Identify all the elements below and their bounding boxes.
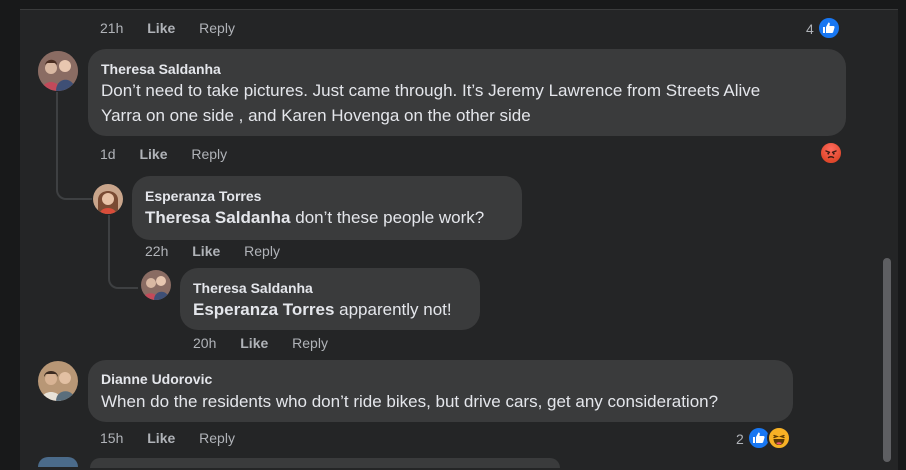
avatar[interactable]: [93, 184, 123, 214]
comment-text: Yarra on one side , and Karen Hovenga on…: [101, 106, 531, 125]
reply-button[interactable]: Reply: [292, 335, 328, 351]
haha-icon[interactable]: [767, 426, 791, 450]
avatar[interactable]: [38, 361, 78, 401]
comment-body: apparently not!: [334, 300, 452, 319]
comment-meta-row: 22h Like Reply: [145, 243, 300, 259]
scrollbar[interactable]: [883, 258, 891, 462]
comment-text: Theresa Saldanha don’t these people work…: [145, 205, 484, 231]
divider: [20, 9, 898, 10]
mention-link[interactable]: Theresa Saldanha: [145, 208, 291, 227]
reply-button[interactable]: Reply: [244, 243, 280, 259]
reply-button[interactable]: Reply: [199, 430, 235, 446]
comment-meta-row: 1d Like Reply: [100, 146, 247, 162]
comment-time[interactable]: 21h: [100, 20, 123, 36]
avatar[interactable]: [38, 457, 78, 467]
comment-text: Esperanza Torres apparently not!: [193, 297, 452, 323]
like-button[interactable]: Like: [147, 430, 175, 446]
mention-link[interactable]: Esperanza Torres: [193, 300, 334, 319]
comment-meta-row: 15h Like Reply: [100, 430, 255, 446]
comment-time[interactable]: 22h: [145, 243, 168, 259]
comment-text: Don’t need to take pictures. Just came t…: [101, 81, 761, 100]
reply-button[interactable]: Reply: [191, 146, 227, 162]
thread-connector: [56, 94, 92, 200]
comment-body: don’t these people work?: [290, 208, 485, 227]
comment-bubble: [90, 458, 560, 468]
comment-meta-row: 20h Like Reply: [193, 335, 348, 351]
like-icon[interactable]: [817, 16, 841, 40]
comment-author[interactable]: Theresa Saldanha: [101, 61, 221, 77]
reply-button[interactable]: Reply: [199, 20, 235, 36]
reaction-count[interactable]: 2: [736, 431, 744, 447]
comment-meta-row: 21h Like Reply: [100, 20, 255, 36]
comment-author[interactable]: Esperanza Torres: [145, 188, 261, 204]
reaction-count[interactable]: 4: [806, 21, 814, 37]
like-button[interactable]: Like: [147, 20, 175, 36]
avatar[interactable]: [38, 51, 78, 91]
like-button[interactable]: Like: [240, 335, 268, 351]
like-button[interactable]: Like: [192, 243, 220, 259]
angry-icon[interactable]: [819, 141, 843, 165]
comment-author[interactable]: Theresa Saldanha: [193, 280, 313, 296]
comment-author[interactable]: Dianne Udorovic: [101, 371, 212, 387]
like-button[interactable]: Like: [139, 146, 167, 162]
comment-time[interactable]: 1d: [100, 146, 116, 162]
comment-text: When do the residents who don’t ride bik…: [101, 392, 719, 411]
avatar[interactable]: [141, 270, 171, 300]
comment-time[interactable]: 20h: [193, 335, 216, 351]
comment-time[interactable]: 15h: [100, 430, 123, 446]
thread-line: [56, 92, 58, 96]
